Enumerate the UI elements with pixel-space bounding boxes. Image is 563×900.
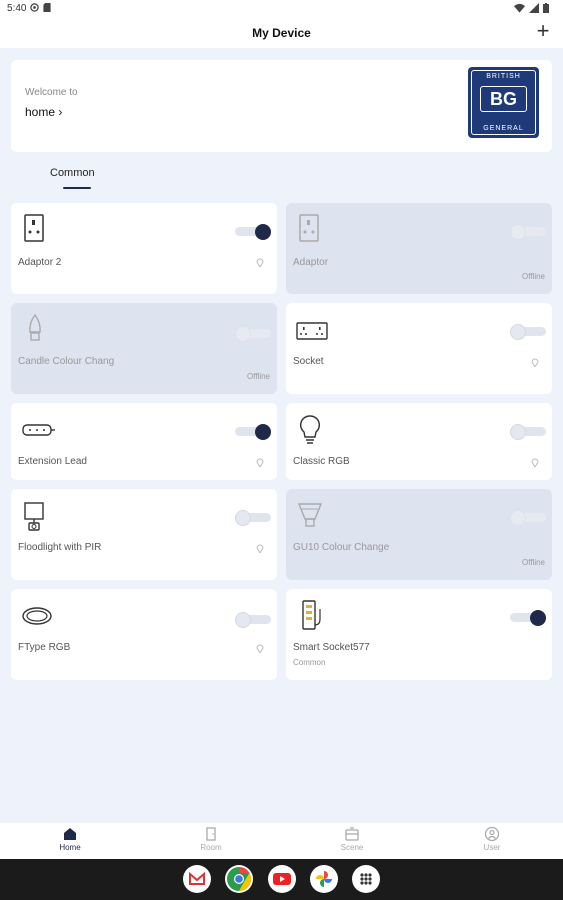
device-name: Smart Socket577 xyxy=(293,642,370,653)
light-bulb-icon xyxy=(300,415,320,444)
device-name: Classic RGB xyxy=(293,456,350,467)
device-name: GU10 Colour Change xyxy=(293,542,390,553)
sim-card-icon xyxy=(43,3,51,12)
location-pin-icon xyxy=(531,458,539,467)
nav-label: Room xyxy=(200,843,222,852)
nav-scene[interactable]: Scene xyxy=(312,826,392,852)
page-title: My Device xyxy=(252,26,311,40)
adaptor-plug-icon xyxy=(24,214,44,242)
device-toggle[interactable] xyxy=(235,326,271,342)
british-general-logo: BRITISH BG GENERAL xyxy=(468,67,539,138)
location-pin-icon xyxy=(256,458,264,467)
bottom-navigation: Home Room Scene User xyxy=(0,823,563,859)
device-toggle[interactable] xyxy=(235,224,271,240)
nav-label: User xyxy=(483,843,501,852)
device-status: Offline xyxy=(522,272,545,281)
device-toggle[interactable] xyxy=(235,612,271,628)
device-card-floodlight-with-pir[interactable]: Floodlight with PIR xyxy=(11,489,277,580)
status-bar: 5:40 xyxy=(0,0,563,18)
add-device-button[interactable]: + xyxy=(533,20,553,42)
gmail-icon[interactable] xyxy=(183,865,211,893)
device-status: Offline xyxy=(247,372,270,381)
device-name: Adaptor 2 xyxy=(18,257,62,268)
location-pin-icon xyxy=(256,644,264,653)
location-pin-icon xyxy=(256,258,264,267)
tab-common[interactable]: Common xyxy=(50,167,95,179)
device-name: Floodlight with PIR xyxy=(18,542,102,553)
chrome-icon[interactable] xyxy=(225,865,253,893)
device-toggle[interactable] xyxy=(510,424,546,440)
nav-label: Scene xyxy=(340,843,364,852)
app-bar: My Device + xyxy=(0,18,563,48)
app-drawer-icon[interactable] xyxy=(352,865,380,893)
device-card-socket[interactable]: Socket xyxy=(286,303,552,394)
nav-home[interactable]: Home xyxy=(30,826,110,852)
signal-icon xyxy=(529,3,539,13)
extension-lead-icon xyxy=(22,424,55,436)
led-strip-icon xyxy=(22,607,52,625)
user-icon xyxy=(484,826,500,842)
nav-label: Home xyxy=(59,843,81,852)
device-name: Candle Colour Chang xyxy=(18,356,115,367)
status-time: 5:40 xyxy=(7,3,27,14)
device-card-classic-rgb[interactable]: Classic RGB xyxy=(286,403,552,480)
home-selector[interactable]: home › xyxy=(25,105,62,119)
device-status: Offline xyxy=(522,558,545,567)
device-name: Socket xyxy=(293,356,324,367)
photos-icon[interactable] xyxy=(310,865,338,893)
candle-bulb-icon xyxy=(29,313,41,341)
device-toggle[interactable] xyxy=(510,610,546,626)
battery-icon xyxy=(543,3,549,13)
welcome-label: Welcome to xyxy=(25,87,78,98)
welcome-card: Welcome to home › BRITISH BG GENERAL xyxy=(11,60,552,152)
device-name: Extension Lead xyxy=(18,456,87,467)
wifi-icon xyxy=(514,3,525,13)
tab-indicator xyxy=(63,187,91,189)
device-card-smart-socket577[interactable]: Smart Socket577 Common xyxy=(286,589,552,680)
double-socket-icon xyxy=(296,322,328,340)
device-toggle[interactable] xyxy=(235,424,271,440)
location-pin-icon xyxy=(531,358,539,367)
sync-status-icon xyxy=(30,3,39,12)
youtube-icon[interactable] xyxy=(268,865,296,893)
device-room: Common xyxy=(293,658,326,667)
device-card-adaptor[interactable]: Adaptor Offline xyxy=(286,203,552,294)
device-toggle[interactable] xyxy=(510,324,546,340)
device-toggle[interactable] xyxy=(235,510,271,526)
device-card-adaptor-2[interactable]: Adaptor 2 xyxy=(11,203,277,294)
device-card-candle-colour-change[interactable]: Candle Colour Chang Offline xyxy=(11,303,277,394)
device-name: Adaptor xyxy=(293,257,329,268)
device-toggle[interactable] xyxy=(510,510,546,526)
nav-user[interactable]: User xyxy=(452,826,532,852)
adaptor-plug-icon xyxy=(299,214,319,242)
home-icon xyxy=(64,828,76,840)
smart-power-strip-icon xyxy=(302,600,321,630)
system-taskbar xyxy=(0,859,563,900)
device-card-extension-lead[interactable]: Extension Lead xyxy=(11,403,277,480)
floodlight-icon xyxy=(24,502,44,531)
location-pin-icon xyxy=(256,544,264,553)
device-toggle[interactable] xyxy=(510,224,546,240)
device-name: FType RGB xyxy=(18,642,71,653)
nav-room[interactable]: Room xyxy=(171,826,251,852)
door-icon xyxy=(206,827,216,841)
device-card-gu10-colour-change[interactable]: GU10 Colour Change Offline xyxy=(286,489,552,580)
device-card-ftype-rgb[interactable]: FType RGB xyxy=(11,589,277,680)
scene-icon xyxy=(345,827,359,841)
gu10-bulb-icon xyxy=(297,503,323,527)
